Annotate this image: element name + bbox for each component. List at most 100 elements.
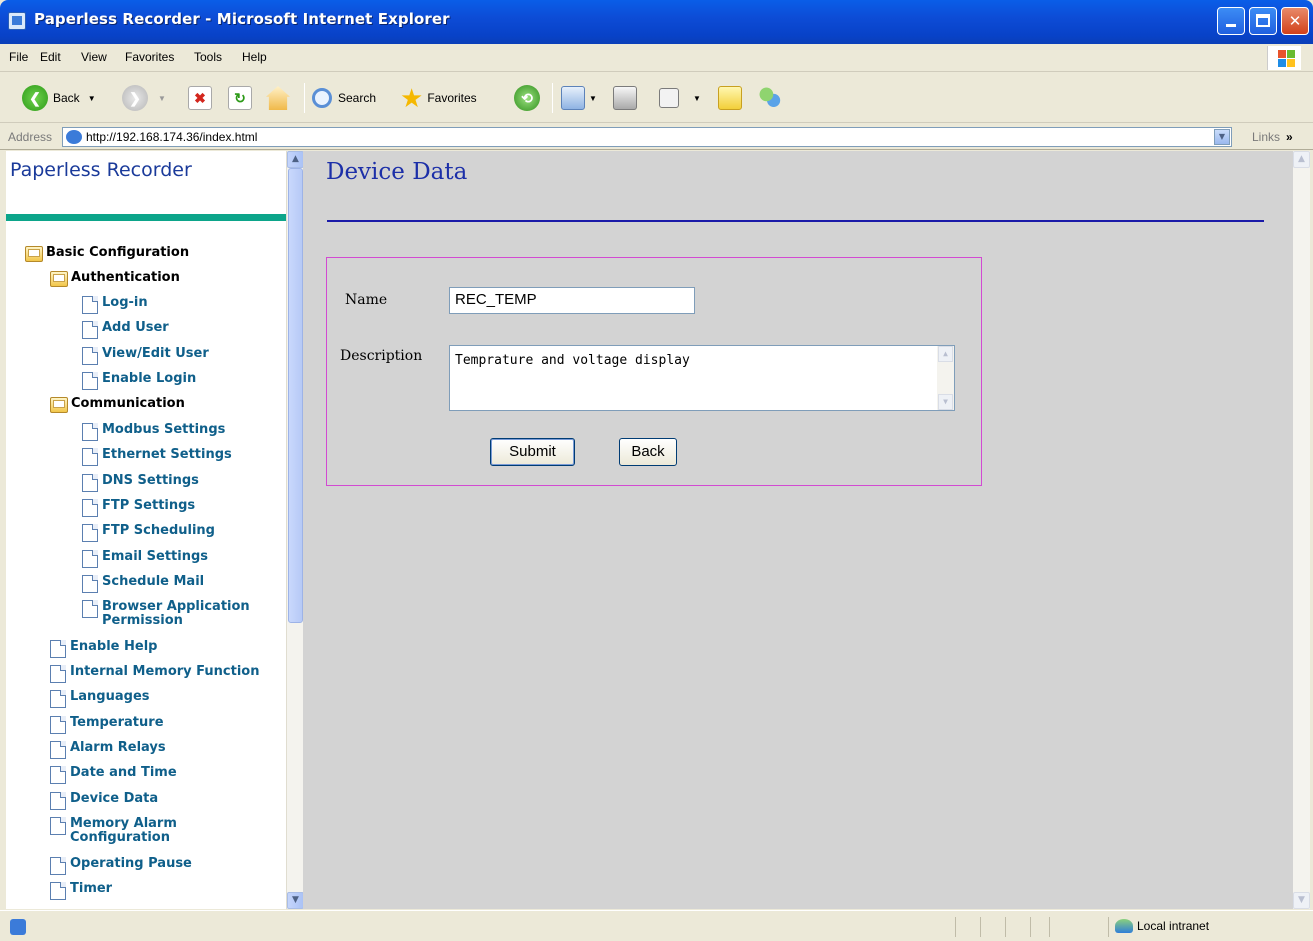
page-icon (82, 474, 98, 492)
menu-file[interactable]: File (9, 50, 28, 64)
sidebar-item-timer[interactable]: Timer (50, 882, 112, 900)
sidebar-item-ftp-scheduling[interactable]: FTP Scheduling (82, 524, 215, 542)
print-icon (613, 86, 637, 110)
sidebar-item-email-settings[interactable]: Email Settings (82, 550, 208, 568)
scrollbar-thumb[interactable] (288, 168, 303, 623)
scroll-down-icon[interactable]: ▼ (938, 394, 953, 410)
back-button[interactable]: ❮ Back ▼ (22, 82, 96, 114)
sidebar-item-schedule-mail[interactable]: Schedule Mail (82, 575, 204, 593)
sidebar-item-modbus-settings[interactable]: Modbus Settings (82, 423, 225, 441)
scroll-down-icon[interactable]: ▼ (1293, 892, 1310, 909)
sidebar-item-label: Operating Pause (70, 856, 192, 871)
sidebar-item-alarm-relays[interactable]: Alarm Relays (50, 741, 166, 759)
menu-edit[interactable]: Edit (40, 50, 61, 64)
sidebar-item-label: Communication (71, 396, 185, 411)
home-button[interactable] (266, 82, 290, 114)
page-icon (50, 716, 66, 734)
page-icon (82, 575, 98, 593)
address-input[interactable]: http://192.168.174.36/index.html ▼ (62, 127, 1232, 147)
description-textarea[interactable]: Temprature and voltage display ▲ ▼ (449, 345, 955, 411)
stop-button[interactable]: ✖ (188, 82, 212, 114)
sidebar-item-label: Add User (102, 320, 169, 335)
title-divider (327, 220, 1264, 222)
submit-button[interactable]: Submit (490, 438, 575, 466)
sidebar-item-basic-configuration[interactable]: Basic Configuration (25, 246, 189, 262)
messenger-button[interactable] (758, 82, 782, 114)
refresh-button[interactable]: ↻ (228, 82, 252, 114)
intranet-icon (1115, 919, 1133, 933)
menu-help[interactable]: Help (242, 50, 267, 64)
sidebar-item-label: Basic Configuration (46, 245, 190, 260)
name-input[interactable]: REC_TEMP (449, 287, 695, 314)
sidebar-item-label: Temperature (70, 715, 164, 730)
sidebar-item-temperature[interactable]: Temperature (50, 716, 164, 734)
sidebar-item-label: Date and Time (70, 765, 177, 780)
sidebar-item-date-and-time[interactable]: Date and Time (50, 766, 177, 784)
sidebar-item-authentication[interactable]: Authentication (50, 271, 180, 287)
sidebar-item-ethernet-settings[interactable]: Ethernet Settings (82, 448, 232, 466)
minimize-button[interactable] (1217, 7, 1245, 35)
menu-tools[interactable]: Tools (194, 50, 222, 64)
sidebar-item-languages[interactable]: Languages (50, 690, 150, 708)
page-icon (50, 665, 66, 683)
scroll-up-icon[interactable]: ▲ (938, 346, 953, 362)
favorites-star-icon: ★ (400, 83, 424, 113)
close-button[interactable]: ✕ (1281, 7, 1309, 35)
page-icon (82, 448, 98, 466)
sidebar-item-communication[interactable]: Communication (50, 397, 185, 413)
links-label: Links (1252, 130, 1281, 144)
sidebar-item-browser-application-permission[interactable]: Browser Application Permission (82, 600, 250, 628)
sidebar-item-memory-alarm-configuration[interactable]: Memory Alarm Configuration (50, 817, 177, 845)
status-bar: Local intranet (0, 910, 1313, 941)
history-button[interactable]: ⟲ (514, 82, 540, 114)
maximize-button[interactable] (1249, 7, 1277, 35)
print-button[interactable] (613, 82, 637, 114)
sidebar-item-add-user[interactable]: Add User (82, 321, 169, 339)
back-form-button[interactable]: Back (619, 438, 677, 466)
sidebar-item-label: Enable Help (70, 639, 158, 654)
page-icon (50, 817, 66, 835)
navigation-scrollbar[interactable]: ▲ ▼ (286, 151, 304, 909)
page-icon (82, 372, 98, 390)
mail-button[interactable]: ▼ (561, 82, 597, 114)
sidebar-item-enable-help[interactable]: Enable Help (50, 640, 157, 658)
sidebar-item-label: Alarm Relays (70, 740, 166, 755)
sidebar-item-label: Internal Memory Function (70, 664, 260, 679)
sidebar-item-label: FTP Settings (102, 498, 196, 513)
page-icon (82, 347, 98, 365)
sidebar-item-log-in[interactable]: Log-in (82, 296, 148, 314)
sidebar-item-view-edit-user[interactable]: View/Edit User (82, 347, 209, 365)
ie-status-icon (10, 919, 26, 935)
scroll-up-icon[interactable]: ▲ (1293, 151, 1310, 168)
sidebar-brand: Paperless Recorder (10, 159, 192, 181)
page-icon (82, 423, 98, 441)
sidebar-item-operating-pause[interactable]: Operating Pause (50, 857, 192, 875)
edit-button[interactable]: ▼ (659, 82, 701, 114)
menu-view[interactable]: View (81, 50, 107, 64)
description-scrollbar[interactable]: ▲ ▼ (937, 346, 954, 410)
back-arrow-icon: ❮ (22, 85, 48, 111)
navigation-frame: Paperless Recorder Basic Configuration Au… (6, 151, 286, 909)
sidebar-item-internal-memory-function[interactable]: Internal Memory Function (50, 665, 260, 683)
menu-favorites[interactable]: Favorites (125, 50, 174, 64)
forward-button[interactable]: ❯ ▼ (122, 82, 166, 114)
sidebar-item-label: Device Data (70, 791, 159, 806)
favorites-button[interactable]: ★ Favorites (400, 82, 477, 114)
sidebar-item-label: Browser Application Permission (102, 599, 250, 628)
address-dropdown-icon[interactable]: ▼ (1214, 129, 1230, 145)
note-icon (718, 86, 742, 110)
scroll-down-icon[interactable]: ▼ (287, 892, 304, 909)
description-text: Temprature and voltage display (455, 353, 690, 368)
sidebar-item-enable-login[interactable]: Enable Login (82, 372, 196, 390)
address-url: http://192.168.174.36/index.html (86, 130, 258, 144)
scroll-up-icon[interactable]: ▲ (287, 151, 304, 168)
sidebar-item-device-data[interactable]: Device Data (50, 792, 158, 810)
sidebar-item-dns-settings[interactable]: DNS Settings (82, 474, 199, 492)
menu-bar: File Edit View Favorites Tools Help (0, 44, 1313, 72)
discuss-button[interactable] (718, 82, 742, 114)
sidebar-item-ftp-settings[interactable]: FTP Settings (82, 499, 195, 517)
content-scrollbar[interactable]: ▲ ▼ (1293, 151, 1310, 909)
window-title-bar[interactable]: Paperless Recorder - Microsoft Internet … (0, 0, 1313, 44)
search-button[interactable]: Search (312, 82, 376, 114)
links-toolbar[interactable]: Links » (1252, 130, 1293, 144)
